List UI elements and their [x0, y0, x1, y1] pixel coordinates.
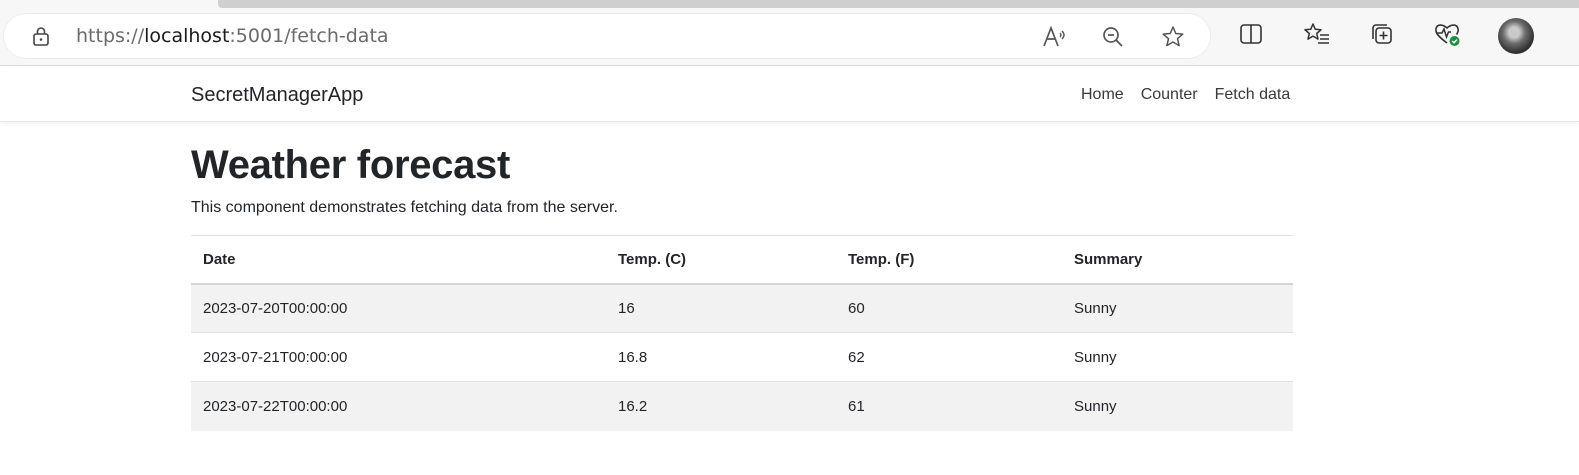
navbar-brand[interactable]: SecretManagerApp	[191, 83, 363, 107]
cell-temp-c: 16.2	[618, 397, 648, 415]
lock-icon[interactable]	[30, 25, 52, 47]
browser-chrome: https://localhost:5001/fetch-data	[0, 0, 1579, 66]
favorites-list-icon[interactable]	[1302, 19, 1332, 49]
cell-summary: Sunny	[1074, 348, 1117, 366]
favorite-star-icon[interactable]	[1158, 22, 1188, 52]
table-row: 2023-07-21T00:00:00 16.8 62 Sunny	[191, 333, 1293, 382]
tab-strip	[218, 0, 1579, 8]
split-screen-icon[interactable]	[1236, 19, 1266, 49]
zoom-out-icon[interactable]	[1098, 22, 1128, 52]
cell-date: 2023-07-22T00:00:00	[203, 397, 348, 415]
collections-icon[interactable]	[1367, 19, 1397, 49]
cell-summary: Sunny	[1074, 397, 1117, 415]
column-header-temp-f: Temp. (F)	[848, 250, 915, 268]
url-path: :5001/fetch-data	[229, 25, 389, 47]
cell-temp-c: 16	[618, 299, 635, 317]
cell-summary: Sunny	[1074, 299, 1117, 317]
table-header-row: Date Temp. (C) Temp. (F) Summary	[191, 235, 1293, 284]
cell-temp-f: 61	[848, 397, 865, 415]
nav-link-fetch-data[interactable]: Fetch data	[1215, 85, 1291, 105]
browser-health-icon[interactable]	[1432, 19, 1462, 49]
nav-link-home[interactable]: Home	[1081, 85, 1124, 105]
profile-avatar[interactable]	[1498, 18, 1534, 54]
main-content: Weather forecast This component demonstr…	[191, 139, 1293, 431]
page-title: Weather forecast	[191, 143, 511, 187]
top-navbar: SecretManagerApp Home Counter Fetch data	[0, 67, 1579, 122]
cell-date: 2023-07-21T00:00:00	[203, 348, 348, 366]
read-aloud-icon[interactable]	[1039, 22, 1069, 52]
page-description: This component demonstrates fetching dat…	[191, 199, 618, 216]
table-row: 2023-07-20T00:00:00 16 60 Sunny	[191, 283, 1293, 333]
table-row: 2023-07-22T00:00:00 16.2 61 Sunny	[191, 381, 1293, 431]
nav-link-counter[interactable]: Counter	[1141, 85, 1198, 105]
column-header-temp-c: Temp. (C)	[618, 250, 687, 268]
address-bar[interactable]: https://localhost:5001/fetch-data	[4, 14, 1210, 58]
nav-links: Home Counter Fetch data	[1081, 85, 1290, 105]
cell-temp-f: 62	[848, 348, 865, 366]
cell-date: 2023-07-20T00:00:00	[203, 299, 348, 317]
forecast-table: Date Temp. (C) Temp. (F) Summary 2023-07…	[191, 235, 1293, 431]
cell-temp-c: 16.8	[618, 348, 648, 366]
column-header-date: Date	[203, 250, 236, 268]
url-scheme: https://	[76, 25, 145, 47]
column-header-summary: Summary	[1074, 250, 1143, 268]
url-text[interactable]: https://localhost:5001/fetch-data	[76, 24, 389, 48]
url-host: localhost	[144, 25, 230, 47]
cell-temp-f: 60	[848, 299, 865, 317]
